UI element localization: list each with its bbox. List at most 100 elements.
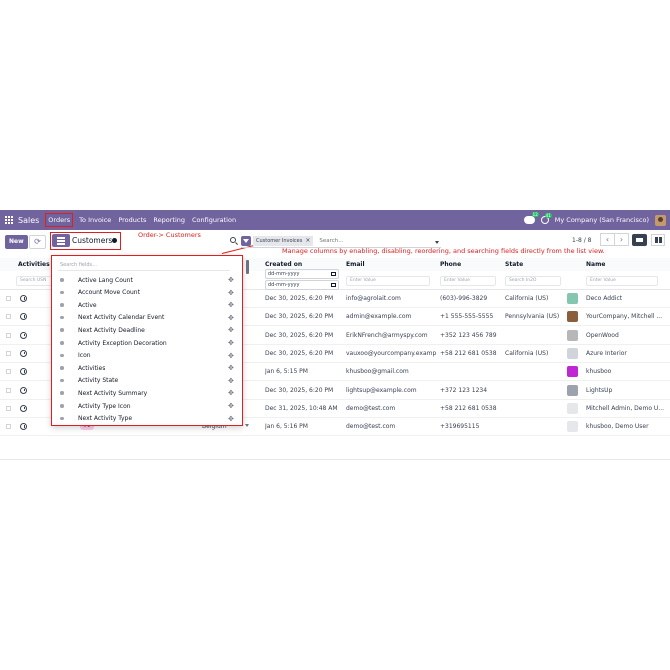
- date-to-input[interactable]: dd-mm-yyyy: [265, 280, 339, 290]
- column-email[interactable]: Email: [346, 261, 365, 268]
- drag-handle-icon[interactable]: ✥: [228, 402, 234, 410]
- activity-clock-icon[interactable]: 41: [540, 213, 552, 224]
- row-checkbox[interactable]: [6, 369, 11, 375]
- drag-handle-icon[interactable]: ✥: [228, 276, 234, 284]
- drag-handle-icon[interactable]: ✥: [228, 314, 234, 322]
- field-toggle-dot-icon[interactable]: [60, 366, 64, 370]
- activity-clock-icon[interactable]: [20, 349, 27, 357]
- filter-state[interactable]: Search In2O: [505, 276, 561, 286]
- drag-handle-icon[interactable]: ✥: [228, 377, 234, 385]
- field-toggle-dot-icon[interactable]: [60, 416, 64, 421]
- apps-menu-icon[interactable]: [5, 216, 13, 224]
- optional-field-item[interactable]: Activity State ✥: [52, 375, 240, 388]
- activity-clock-icon[interactable]: [20, 423, 27, 431]
- field-toggle-dot-icon[interactable]: [60, 404, 64, 408]
- optional-field-item[interactable]: Next Activity Deadline ✥: [52, 324, 240, 337]
- gear-icon[interactable]: [112, 238, 117, 243]
- row-checkbox[interactable]: [6, 424, 11, 430]
- optional-field-item[interactable]: Active Lang Count ✥: [52, 274, 240, 287]
- partner-avatar: [567, 293, 578, 304]
- column-created-on[interactable]: Created on: [265, 261, 302, 268]
- field-toggle-dot-icon[interactable]: [60, 328, 64, 332]
- field-toggle-dot-icon[interactable]: [60, 278, 64, 282]
- dropdown-scrollbar[interactable]: [246, 260, 249, 274]
- optional-field-item[interactable]: Next Activity Calendar Event ✥: [52, 312, 240, 325]
- field-toggle-dot-icon[interactable]: [60, 353, 64, 358]
- optional-field-item[interactable]: Activity Exception Decoration ✥: [52, 337, 240, 350]
- optional-field-item[interactable]: Activity Type Icon ✥: [52, 400, 240, 413]
- drag-handle-icon[interactable]: ✥: [228, 339, 234, 347]
- drag-handle-icon[interactable]: ✥: [228, 364, 234, 372]
- cell-email: info@agrolait.com: [346, 295, 401, 302]
- row-checkbox[interactable]: [6, 296, 11, 301]
- date-from-input[interactable]: dd-mm-yyyy: [265, 269, 339, 279]
- menu-products[interactable]: Products: [118, 216, 146, 224]
- column-settings-list-icon[interactable]: [52, 234, 70, 247]
- calendar-icon[interactable]: [331, 272, 336, 276]
- filter-name[interactable]: Enter Value: [586, 276, 658, 286]
- search-input[interactable]: [319, 237, 420, 244]
- row-checkbox[interactable]: [6, 387, 11, 393]
- refresh-button[interactable]: ⟳: [29, 235, 46, 249]
- new-button[interactable]: New: [5, 235, 28, 249]
- facet-close-icon[interactable]: ×: [305, 236, 310, 246]
- column-state[interactable]: State: [505, 261, 523, 268]
- menu-reporting[interactable]: Reporting: [153, 216, 185, 224]
- optional-field-item[interactable]: Icon ✥: [52, 350, 240, 363]
- optional-field-item[interactable]: Active ✥: [52, 299, 240, 312]
- user-avatar[interactable]: [655, 214, 666, 226]
- field-search-input[interactable]: Search fields...: [58, 260, 230, 271]
- search-options-chevron-icon[interactable]: [435, 241, 439, 244]
- filter-phone[interactable]: Enter Value: [440, 276, 496, 286]
- field-toggle-dot-icon[interactable]: [60, 341, 64, 345]
- filter-activities[interactable]: Search USN: [16, 276, 56, 286]
- pager-value[interactable]: 1-8 / 8: [572, 237, 591, 244]
- list-view-button[interactable]: [632, 234, 647, 246]
- column-name[interactable]: Name: [586, 261, 605, 268]
- chat-icon[interactable]: 12: [523, 212, 539, 224]
- optional-field-item[interactable]: Next Activity Type ✥: [52, 413, 240, 425]
- pager-next-button[interactable]: ›: [614, 233, 629, 246]
- activity-clock-icon[interactable]: [20, 313, 27, 321]
- activity-clock-icon[interactable]: [20, 331, 27, 339]
- column-activities[interactable]: Activities: [18, 261, 50, 268]
- field-label: Activity Exception Decoration: [78, 339, 167, 347]
- activity-clock-icon[interactable]: [20, 404, 27, 412]
- field-toggle-dot-icon[interactable]: [60, 315, 64, 320]
- row-checkbox[interactable]: [6, 332, 11, 338]
- column-phone[interactable]: Phone: [440, 261, 461, 268]
- drag-handle-icon[interactable]: ✥: [228, 352, 234, 360]
- field-toggle-dot-icon[interactable]: [60, 378, 64, 383]
- drag-handle-icon[interactable]: ✥: [228, 389, 234, 397]
- drag-handle-icon[interactable]: ✥: [228, 326, 234, 334]
- row-checkbox[interactable]: [6, 314, 11, 320]
- field-toggle-dot-icon[interactable]: [60, 290, 64, 295]
- calendar-icon[interactable]: [331, 283, 336, 287]
- filter-email[interactable]: Enter Value: [346, 276, 430, 286]
- field-toggle-dot-icon[interactable]: [60, 391, 64, 395]
- menu-configuration[interactable]: Configuration: [192, 216, 236, 224]
- search-icon[interactable]: [230, 237, 236, 243]
- optional-field-item[interactable]: Next Activity Summary ✥: [52, 387, 240, 400]
- pager-previous-button[interactable]: ‹: [600, 233, 615, 246]
- drag-handle-icon[interactable]: ✥: [228, 289, 234, 297]
- row-checkbox[interactable]: [6, 405, 11, 411]
- optional-field-item[interactable]: Account Move Count ✥: [52, 287, 240, 300]
- activity-clock-icon[interactable]: [20, 368, 27, 376]
- menu-orders[interactable]: Orders: [45, 213, 74, 227]
- search-bar[interactable]: Customer Invoices ×: [241, 234, 441, 248]
- cell-state: California (US): [505, 295, 549, 302]
- menu-to-invoice[interactable]: To Invoice: [79, 216, 111, 224]
- scroll-down-arrow-icon[interactable]: [245, 424, 249, 427]
- kanban-view-button[interactable]: [651, 234, 665, 246]
- date-from-text: dd-mm-yyyy: [268, 271, 300, 277]
- optional-field-item[interactable]: Activities ✥: [52, 362, 240, 375]
- company-switcher[interactable]: My Company (San Francisco): [555, 216, 649, 224]
- drag-handle-icon[interactable]: ✥: [228, 415, 234, 423]
- activity-clock-icon[interactable]: [20, 295, 27, 302]
- app-name[interactable]: Sales: [18, 216, 39, 225]
- row-checkbox[interactable]: [6, 350, 11, 356]
- activity-clock-icon[interactable]: [20, 386, 27, 394]
- drag-handle-icon[interactable]: ✥: [228, 301, 234, 309]
- field-toggle-dot-icon[interactable]: [60, 303, 64, 307]
